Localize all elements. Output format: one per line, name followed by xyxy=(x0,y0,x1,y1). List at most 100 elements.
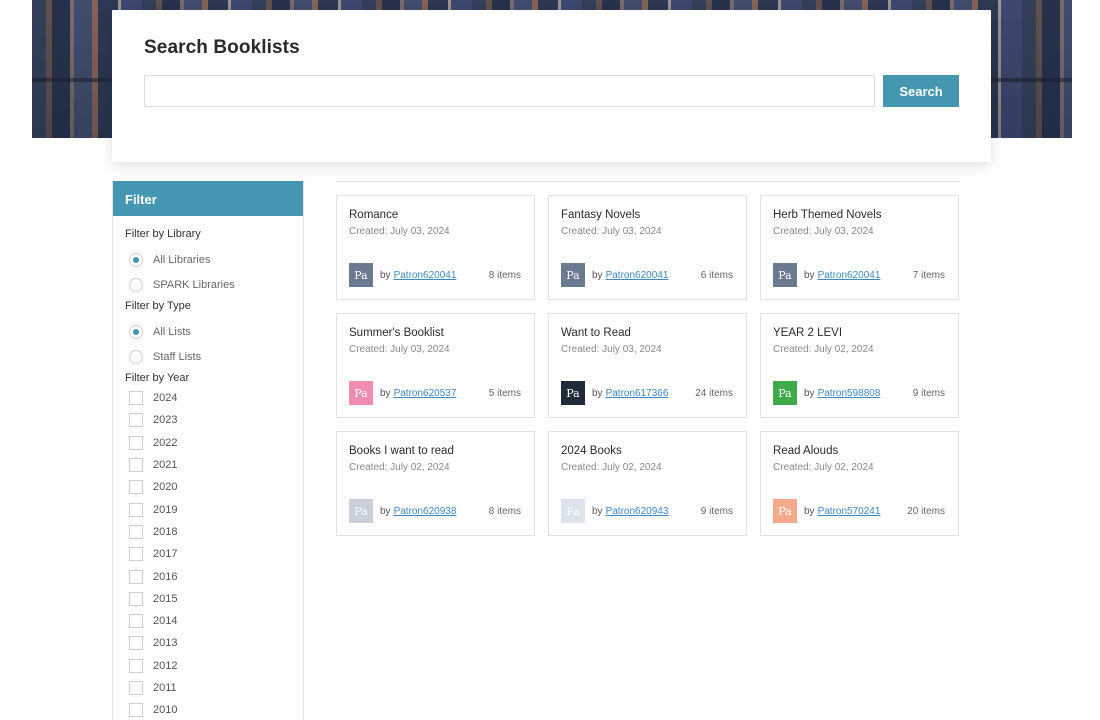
booklist-created-date: Created: July 03, 2024 xyxy=(561,344,662,355)
booklist-title[interactable]: Books I want to read xyxy=(349,445,522,457)
checkbox-label: 2023 xyxy=(153,414,178,427)
by-label: by xyxy=(380,505,391,517)
owner-link[interactable]: Patron598808 xyxy=(818,388,881,399)
booklist-created-date: Created: July 02, 2024 xyxy=(773,344,874,355)
checkbox[interactable] xyxy=(129,636,143,651)
booklist-grid: Romance Created: July 03, 2024 Pa by Patron6… xyxy=(336,195,960,536)
checkbox[interactable] xyxy=(129,524,143,539)
filter-year-option[interactable]: 2018 xyxy=(125,521,291,543)
owner-link[interactable]: Patron620041 xyxy=(818,270,881,281)
filter-year-option[interactable]: 2016 xyxy=(125,565,291,587)
filter-year-option[interactable]: 2023 xyxy=(125,409,291,431)
checkbox-label: 2014 xyxy=(153,615,178,628)
radio-button[interactable] xyxy=(129,277,143,292)
booklist-title[interactable]: Summer's Booklist xyxy=(349,327,522,339)
booklist-card[interactable]: Books I want to read Created: July 02, 20… xyxy=(336,431,535,536)
avatar: Pa xyxy=(773,263,797,287)
booklist-title[interactable]: 2024 Books xyxy=(561,445,734,457)
booklist-created-date: Created: July 02, 2024 xyxy=(349,462,450,473)
checkbox[interactable] xyxy=(129,480,143,495)
booklist-title[interactable]: YEAR 2 LEVI xyxy=(773,327,946,339)
owner-link[interactable]: Patron620938 xyxy=(394,506,457,517)
filter-library-option[interactable]: SPARK Libraries xyxy=(125,272,291,297)
filter-year-option[interactable]: 2011 xyxy=(125,677,291,699)
checkbox-label: 2017 xyxy=(153,548,178,561)
booklist-title[interactable]: Want to Read xyxy=(561,327,734,339)
checkbox[interactable] xyxy=(129,547,143,562)
checkbox[interactable] xyxy=(129,413,143,428)
owner-link[interactable]: Patron620943 xyxy=(606,506,669,517)
filter-year-option[interactable]: 2024 xyxy=(125,387,291,409)
filter-year-option[interactable]: 2012 xyxy=(125,655,291,677)
filter-panel: Filter Filter by Library All Libraries SP… xyxy=(112,181,304,720)
filter-year-option[interactable]: 2015 xyxy=(125,588,291,610)
checkbox[interactable] xyxy=(129,502,143,517)
checkbox-label: 2020 xyxy=(153,481,178,494)
filter-year-option[interactable]: 2017 xyxy=(125,543,291,565)
filter-year-option[interactable]: 2019 xyxy=(125,498,291,520)
radio-label: Staff Lists xyxy=(153,350,202,363)
booklist-created-date: Created: July 03, 2024 xyxy=(349,226,450,237)
radio-button[interactable] xyxy=(129,349,143,364)
checkbox-label: 2013 xyxy=(153,637,178,650)
booklist-footer: Pa by Patron620041 7 items xyxy=(773,263,945,287)
booklist-footer: Pa by Patron620537 5 items xyxy=(349,381,521,405)
booklist-title[interactable]: Romance xyxy=(349,209,522,221)
booklist-title[interactable]: Fantasy Novels xyxy=(561,209,734,221)
booklist-card[interactable]: 2024 Books Created: July 02, 2024 Pa by Patr… xyxy=(548,431,747,536)
checkbox[interactable] xyxy=(129,681,143,695)
checkbox-label: 2015 xyxy=(153,592,178,605)
search-input[interactable] xyxy=(144,75,876,107)
by-label: by xyxy=(592,387,603,399)
checkbox-label: 2016 xyxy=(153,570,178,583)
booklist-card[interactable]: Read Alouds Created: July 02, 2024 Pa by Pat… xyxy=(760,431,959,536)
filter-year-option[interactable]: 2020 xyxy=(125,476,291,498)
filter-type-option[interactable]: Staff Lists xyxy=(125,344,291,369)
checkbox[interactable] xyxy=(129,458,143,473)
booklist-title[interactable]: Herb Themed Novels xyxy=(773,209,946,221)
owner-link[interactable]: Patron620041 xyxy=(606,270,669,281)
radio-button[interactable] xyxy=(129,324,143,339)
filter-year-option[interactable]: 2021 xyxy=(125,454,291,476)
checkbox[interactable] xyxy=(129,435,143,450)
radio-button[interactable] xyxy=(129,252,143,267)
by-label: by xyxy=(804,269,815,281)
owner-link[interactable]: Patron620537 xyxy=(394,388,457,399)
checkbox[interactable] xyxy=(129,591,143,606)
booklist-footer: Pa by Patron620041 8 items xyxy=(349,263,521,287)
search-button[interactable]: Search xyxy=(883,75,959,107)
checkbox[interactable] xyxy=(129,658,143,673)
checkbox[interactable] xyxy=(129,569,143,584)
filter-year-option[interactable]: 2010 xyxy=(125,699,291,720)
by-label: by xyxy=(380,387,391,399)
filter-library-option[interactable]: All Libraries xyxy=(125,247,291,272)
booklist-footer: Pa by Patron620041 6 items xyxy=(561,263,733,287)
checkbox[interactable] xyxy=(129,614,143,629)
filter-type-option[interactable]: All Lists xyxy=(125,319,291,344)
booklist-card[interactable]: Romance Created: July 03, 2024 Pa by Patron6… xyxy=(336,195,535,300)
booklist-card[interactable]: YEAR 2 LEVI Created: July 02, 2024 Pa by Pat… xyxy=(760,313,959,418)
booklist-created-date: Created: July 02, 2024 xyxy=(561,462,662,473)
owner-link[interactable]: Patron620041 xyxy=(394,270,457,281)
filter-year-option[interactable]: 2014 xyxy=(125,610,291,632)
filter-year-option[interactable]: 2013 xyxy=(125,632,291,654)
booklist-title[interactable]: Read Alouds xyxy=(773,445,946,457)
booklist-card[interactable]: Want to Read Created: July 03, 2024 Pa by Pa… xyxy=(548,313,747,418)
booklist-card[interactable]: Herb Themed Novels Created: July 03, 2024… xyxy=(760,195,959,300)
radio-label: All Lists xyxy=(153,325,191,338)
radio-label: All Libraries xyxy=(153,253,211,266)
owner-link[interactable]: Patron617366 xyxy=(606,388,669,399)
avatar: Pa xyxy=(773,381,797,405)
item-count: 9 items xyxy=(912,387,945,399)
filter-year-option[interactable]: 2022 xyxy=(125,432,291,454)
search-panel: Search Booklists Search xyxy=(112,10,991,162)
owner-link[interactable]: Patron570241 xyxy=(818,506,881,517)
booklist-card[interactable]: Summer's Booklist Created: July 03, 2024 P… xyxy=(336,313,535,418)
avatar: Pa xyxy=(561,381,585,405)
booklist-card[interactable]: Fantasy Novels Created: July 03, 2024 Pa by… xyxy=(548,195,747,300)
checkbox[interactable] xyxy=(129,703,143,718)
checkbox-label: 2019 xyxy=(153,503,178,516)
checkbox[interactable] xyxy=(129,391,143,406)
checkbox-label: 2010 xyxy=(153,704,178,717)
item-count: 20 items xyxy=(907,505,945,517)
